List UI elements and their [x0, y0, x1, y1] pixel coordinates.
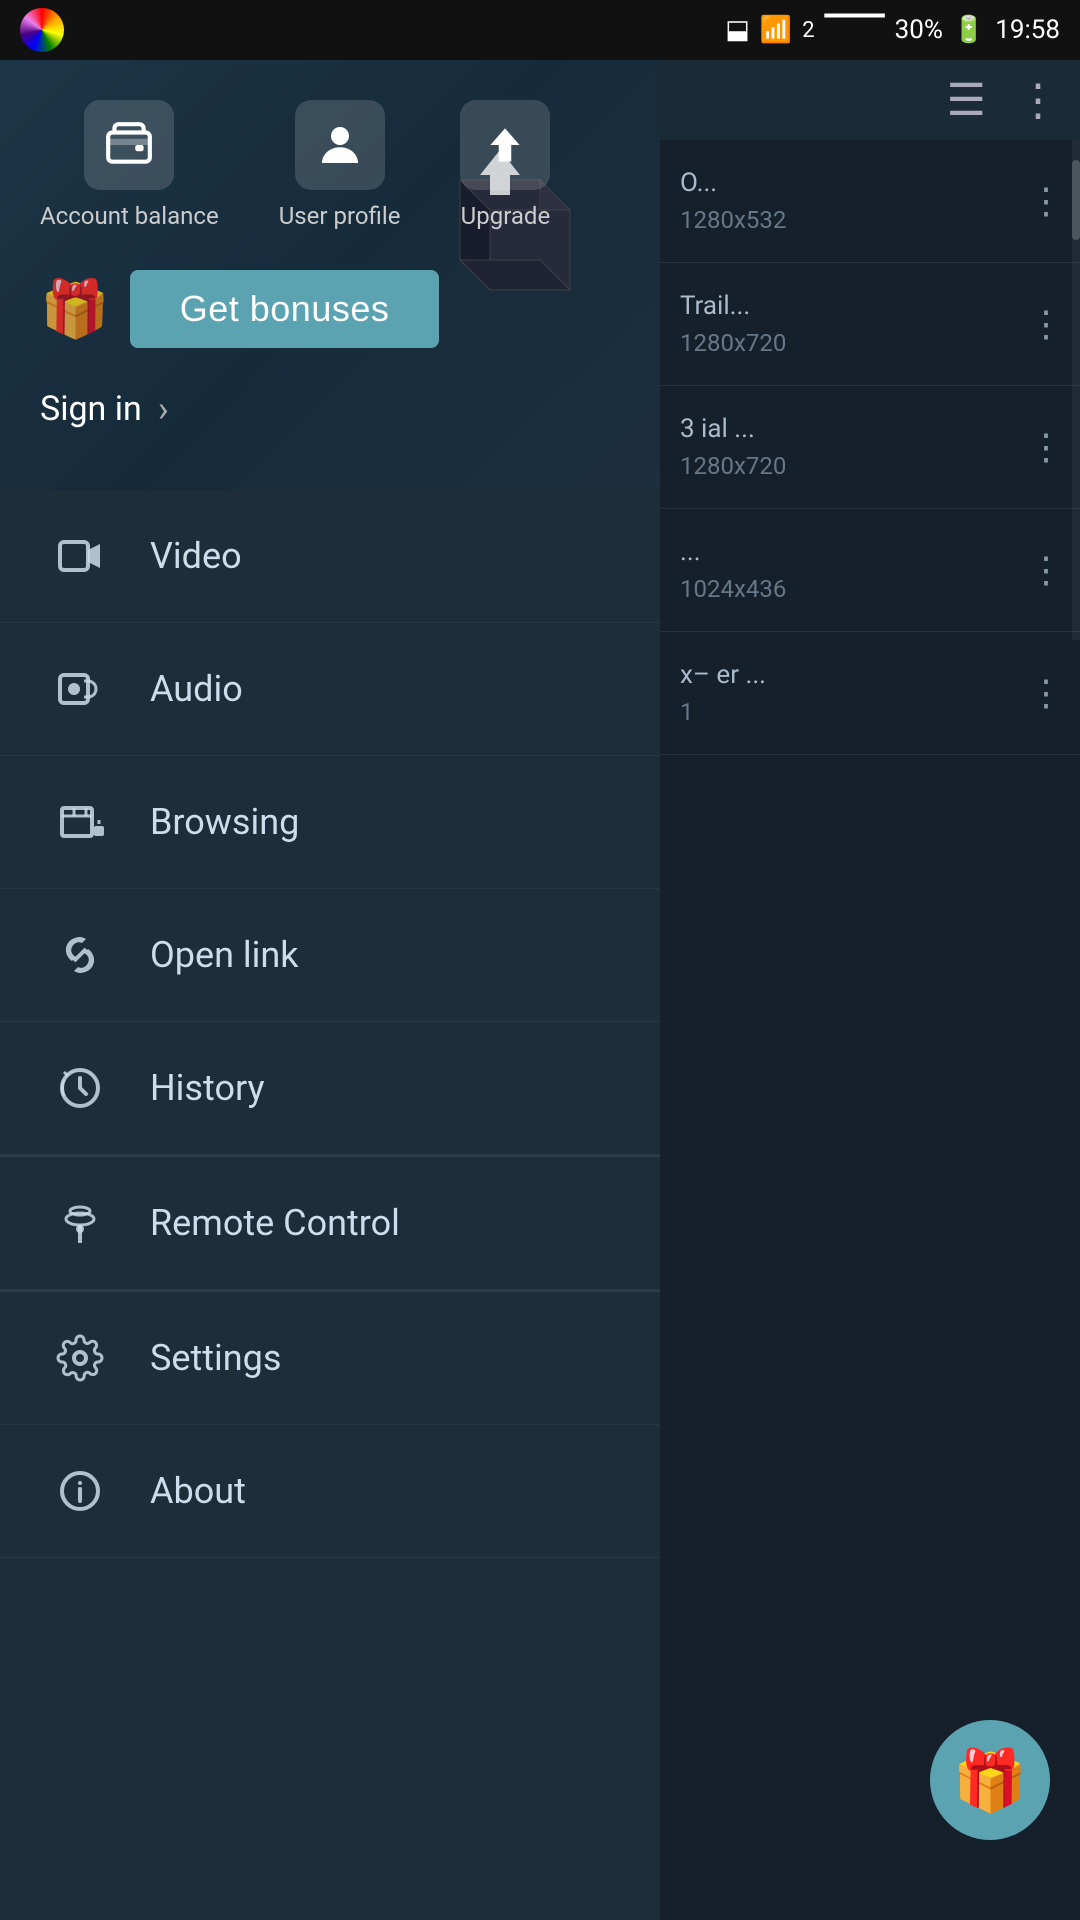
item-title-1: Trail...: [680, 291, 1060, 321]
chevron-right-icon: ›: [158, 388, 169, 430]
settings-icon: [50, 1328, 110, 1388]
item-meta-1: 1280x720: [680, 329, 1060, 357]
list-item: O... 1280x532 ⋮: [660, 140, 1080, 263]
account-balance-item[interactable]: Account balance: [40, 100, 219, 230]
app-icon: [20, 8, 64, 52]
battery-icon: 🔋: [953, 15, 985, 45]
menu-label-about: About: [150, 1470, 246, 1512]
upgrade-label: Upgrade: [461, 202, 551, 230]
menu-item-video[interactable]: Video: [0, 490, 660, 623]
list-item: Trail... 1280x720 ⋮: [660, 263, 1080, 386]
menu-item-about[interactable]: About: [0, 1425, 660, 1558]
more-options-icon-3[interactable]: ⋮: [1028, 549, 1064, 591]
browsing-icon: [50, 792, 110, 852]
sidebar-drawer: Account balance User profile: [0, 60, 660, 1920]
item-meta-2: 1280x720: [680, 452, 1060, 480]
filter-icon[interactable]: ☰: [947, 74, 986, 126]
more-options-icon-1[interactable]: ⋮: [1028, 303, 1064, 345]
menu-item-open-link[interactable]: Open link: [0, 889, 660, 1022]
item-meta-4: 1: [680, 698, 1060, 726]
item-title-4: x– er ...: [680, 660, 1060, 690]
gift-icon: 🎁: [40, 276, 110, 342]
status-icons: ⬓ 📶 2 ▔▔▔ 30% 🔋 19:58: [725, 15, 1060, 45]
list-item: ... 1024x436 ⋮: [660, 509, 1080, 632]
about-icon: [50, 1461, 110, 1521]
clock: 19:58: [995, 15, 1060, 45]
bluetooth-icon: ⬓: [725, 15, 750, 45]
wifi-icon: 📶: [760, 15, 792, 45]
signal-bars-icon: ▔▔▔: [825, 15, 885, 45]
status-bar: ⬓ 📶 2 ▔▔▔ 30% 🔋 19:58: [0, 0, 1080, 60]
wallet-icon: [84, 100, 174, 190]
menu-item-remote-control[interactable]: Remote Control: [0, 1157, 660, 1290]
item-meta-0: 1280x532: [680, 206, 1060, 234]
main-container: Account balance User profile: [0, 60, 1080, 1920]
signin-label: Sign in: [40, 389, 142, 429]
user-profile-label: User profile: [279, 202, 401, 230]
fab-gift-icon: 🎁: [953, 1745, 1028, 1816]
menu-item-history[interactable]: History: [0, 1022, 660, 1155]
menu-item-audio[interactable]: Audio: [0, 623, 660, 756]
menu-label-open-link: Open link: [150, 934, 299, 976]
right-content-list: O... 1280x532 ⋮ Trail... 1280x720 ⋮ 3 ia…: [660, 140, 1080, 755]
item-meta-3: 1024x436: [680, 575, 1060, 603]
battery-percent: 30%: [895, 15, 943, 45]
menu-item-browsing[interactable]: Browsing: [0, 756, 660, 889]
menu-label-remote-control: Remote Control: [150, 1202, 400, 1244]
remote-control-icon: [50, 1193, 110, 1253]
more-options-icon-4[interactable]: ⋮: [1028, 672, 1064, 714]
user-profile-icon: [295, 100, 385, 190]
menu-label-audio: Audio: [150, 668, 243, 710]
item-title-2: 3 ial ...: [680, 414, 1060, 444]
more-options-icon-2[interactable]: ⋮: [1028, 426, 1064, 468]
menu-label-video: Video: [150, 535, 242, 577]
open-link-icon: [50, 925, 110, 985]
right-panel: ☰ ⋮ O... 1280x532 ⋮ Trail... 1280x720 ⋮ …: [660, 60, 1080, 1920]
menu-label-settings: Settings: [150, 1337, 281, 1379]
sidebar-header: Account balance User profile: [0, 60, 660, 490]
user-profile-item[interactable]: User profile: [279, 100, 401, 230]
bonuses-row: 🎁 Get bonuses: [0, 250, 660, 368]
right-toolbar: ☰ ⋮: [660, 60, 1080, 140]
more-options-icon-0[interactable]: ⋮: [1028, 180, 1064, 222]
signin-row[interactable]: Sign in ›: [0, 368, 660, 450]
list-item: x– er ... 1 ⋮: [660, 632, 1080, 755]
menu-label-history: History: [150, 1067, 265, 1109]
upgrade-icon: [460, 100, 550, 190]
more-options-icon[interactable]: ⋮: [1016, 74, 1060, 126]
fab-bonus-button[interactable]: 🎁: [930, 1720, 1050, 1840]
upgrade-item[interactable]: Upgrade: [460, 100, 550, 230]
account-balance-label: Account balance: [40, 202, 219, 230]
item-title-3: ...: [680, 537, 1060, 567]
sim-icon: 2: [802, 18, 814, 43]
list-item: 3 ial ... 1280x720 ⋮: [660, 386, 1080, 509]
video-icon: [50, 526, 110, 586]
menu-item-settings[interactable]: Settings: [0, 1292, 660, 1425]
menu-section: Video Audio: [0, 490, 660, 1920]
history-icon: [50, 1058, 110, 1118]
menu-label-browsing: Browsing: [150, 801, 299, 843]
top-icons-row: Account balance User profile: [0, 60, 660, 250]
get-bonuses-button[interactable]: Get bonuses: [130, 270, 440, 348]
audio-icon: [50, 659, 110, 719]
item-title-0: O...: [680, 168, 1060, 198]
